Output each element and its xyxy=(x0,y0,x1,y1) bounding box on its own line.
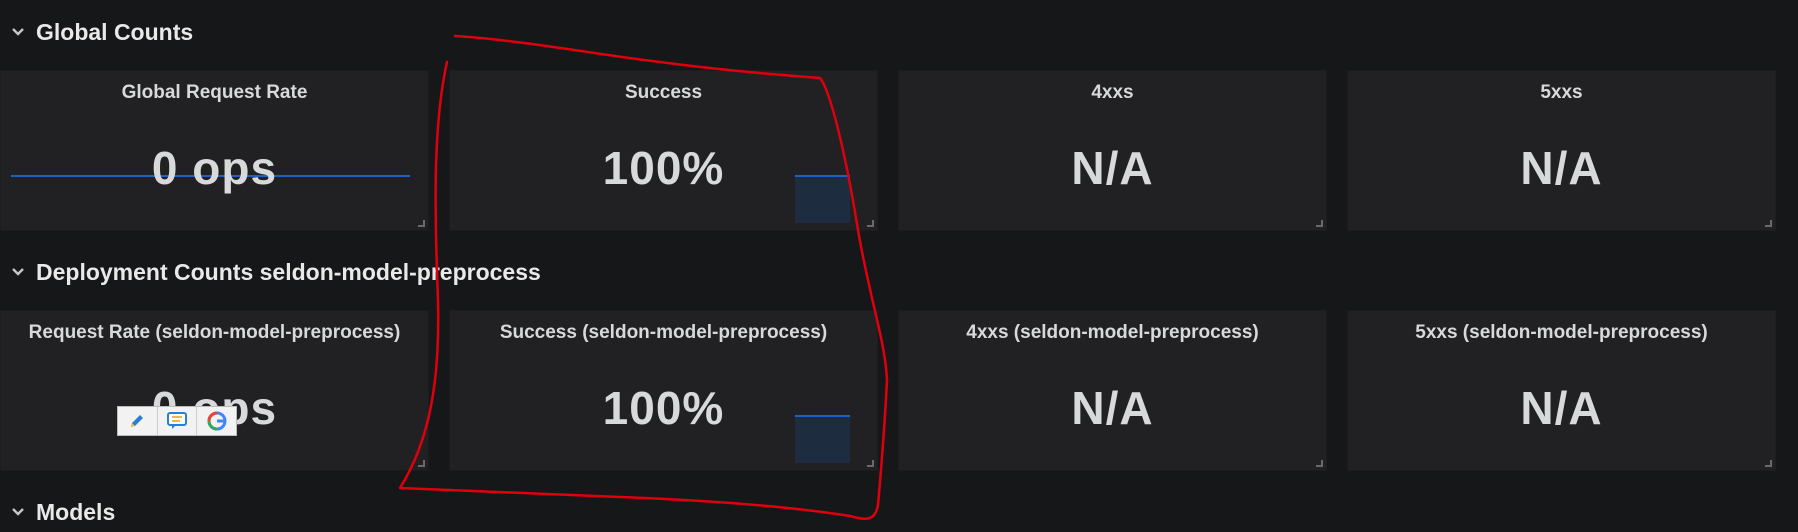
row-title: Deployment Counts seldon-model-preproces… xyxy=(36,258,541,285)
resize-handle[interactable] xyxy=(1316,460,1323,467)
resize-handle[interactable] xyxy=(1765,460,1772,467)
row-title: Global Counts xyxy=(36,18,194,45)
panel-value: N/A xyxy=(1520,382,1603,434)
panel-title: Success (seldon-model-preprocess) xyxy=(499,322,828,343)
resize-handle[interactable] xyxy=(867,220,874,227)
panel-global-request-rate[interactable]: Global Request Rate 0 ops xyxy=(0,70,429,231)
panel-success-deployment[interactable]: Success (seldon-model-preprocess) 100% xyxy=(449,310,878,471)
panel-title: 5xxs xyxy=(1540,82,1583,103)
panel-4xxs-deployment[interactable]: 4xxs (seldon-model-preprocess) N/A xyxy=(898,310,1327,471)
panel-request-rate-deployment[interactable]: Request Rate (seldon-model-preprocess) 0… xyxy=(0,310,429,471)
resize-handle[interactable] xyxy=(418,460,425,467)
resize-handle[interactable] xyxy=(418,220,425,227)
resize-handle[interactable] xyxy=(1316,220,1323,227)
panel-value: N/A xyxy=(1071,382,1154,434)
panel-value: N/A xyxy=(1071,142,1154,194)
resize-handle[interactable] xyxy=(1765,220,1772,227)
google-icon[interactable] xyxy=(197,407,236,435)
panel-title: 4xxs (seldon-model-preprocess) xyxy=(966,322,1259,343)
chevron-down-icon[interactable] xyxy=(0,14,36,50)
pencil-icon[interactable] xyxy=(118,407,158,435)
panel-title: 4xxs xyxy=(1091,82,1134,103)
panel-title: 5xxs (seldon-model-preprocess) xyxy=(1415,322,1708,343)
extension-toolbar xyxy=(117,406,237,436)
row-header-deployment-counts[interactable]: Deployment Counts seldon-model-preproces… xyxy=(0,254,541,290)
comment-icon[interactable] xyxy=(158,407,198,435)
panel-4xxs[interactable]: 4xxs N/A xyxy=(898,70,1327,231)
panel-value: 100% xyxy=(602,382,725,434)
chevron-down-icon[interactable] xyxy=(0,494,36,530)
panel-value: N/A xyxy=(1520,142,1603,194)
panel-value: 0 ops xyxy=(151,142,278,194)
row-header-global-counts[interactable]: Global Counts xyxy=(0,14,193,50)
panel-success[interactable]: Success 100% xyxy=(449,70,878,231)
resize-handle[interactable] xyxy=(867,460,874,467)
panel-title: Global Request Rate xyxy=(121,82,308,103)
row-header-models[interactable]: Models xyxy=(0,494,115,530)
panel-value: 100% xyxy=(602,142,725,194)
row-title: Models xyxy=(36,498,116,525)
panel-5xxs[interactable]: 5xxs N/A xyxy=(1347,70,1776,231)
panel-title: Request Rate (seldon-model-preprocess) xyxy=(28,322,401,343)
panel-5xxs-deployment[interactable]: 5xxs (seldon-model-preprocess) N/A xyxy=(1347,310,1776,471)
chevron-down-icon[interactable] xyxy=(0,254,36,290)
panel-title: Success xyxy=(624,82,703,103)
